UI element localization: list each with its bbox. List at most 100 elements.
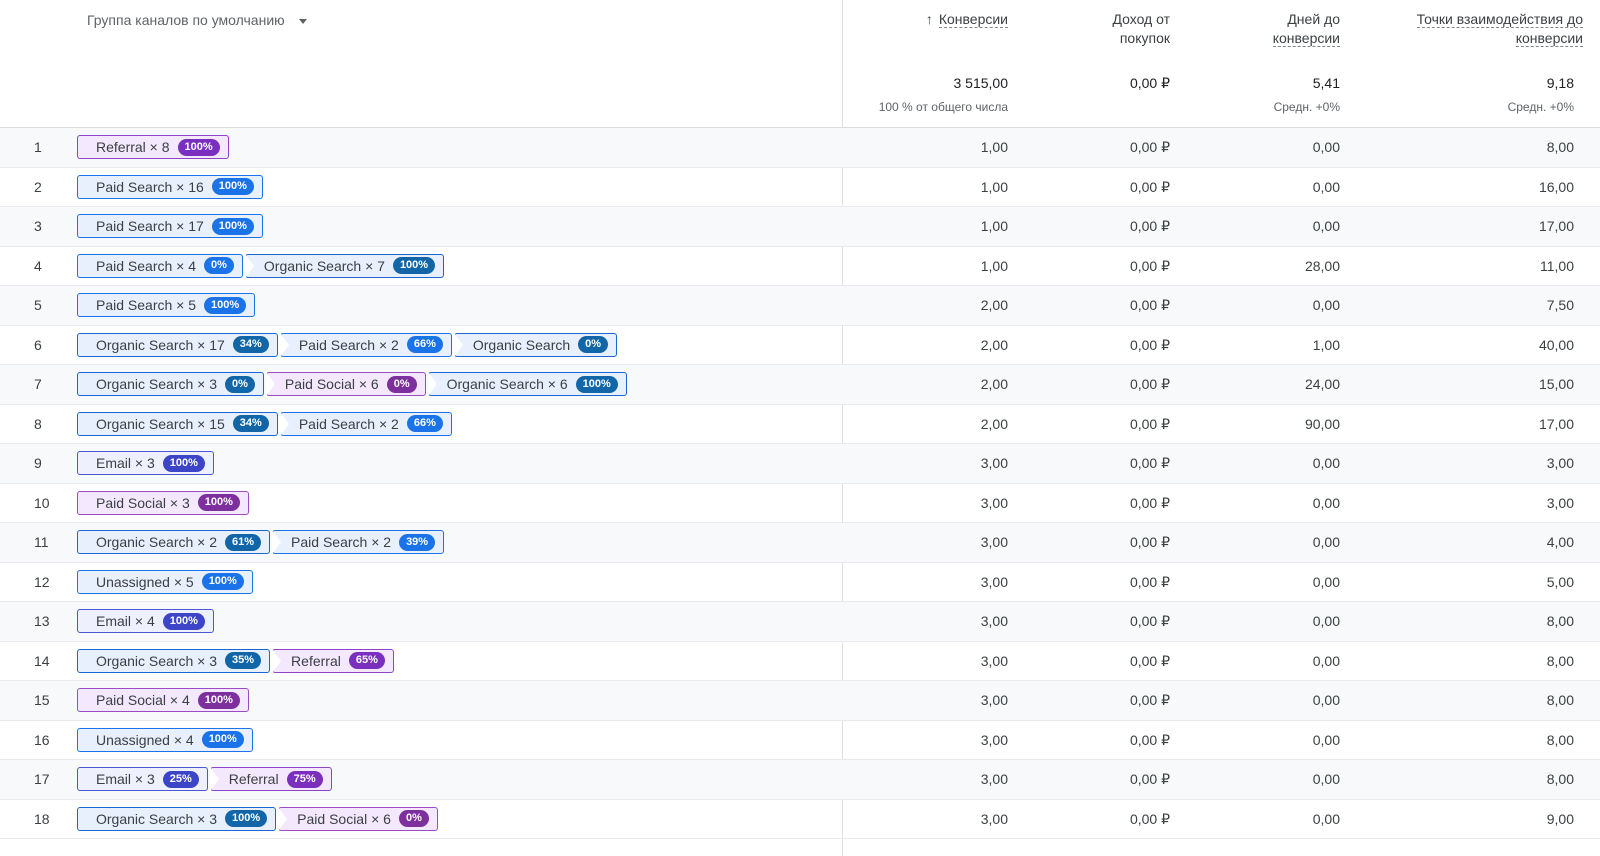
table-row[interactable]: 12 Unassigned × 5 100% 3,00 0,00 ₽ 0,00 5,00 bbox=[0, 563, 1600, 602]
path-step-percent-badge: 0% bbox=[398, 810, 429, 827]
cell-revenue: 0,00 ₽ bbox=[1129, 731, 1170, 748]
cell-touchpoints: 15,00 bbox=[1538, 376, 1574, 392]
path-step-chip[interactable]: Organic Search × 3 35% bbox=[77, 648, 271, 673]
path-step-chip[interactable]: Referral 75% bbox=[209, 767, 332, 791]
row-index: 17 bbox=[34, 771, 50, 787]
path-step-percent-badge: 25% bbox=[162, 770, 199, 788]
col-head-revenue[interactable]: Доход от покупок bbox=[1112, 10, 1170, 48]
path-step-chip[interactable]: Paid Social × 3 100% bbox=[77, 490, 249, 515]
path-step-chip[interactable]: Organic Search × 3 0% bbox=[77, 372, 264, 396]
path-step-chip[interactable]: Paid Search × 17 100% bbox=[77, 214, 263, 238]
path-step-percent-badge: 66% bbox=[406, 415, 443, 432]
table-row[interactable]: 9 Email × 3 100% 3,00 0,00 ₽ 0,00 3,00 bbox=[0, 444, 1600, 484]
conversion-path: Organic Search × 2 61% Paid Search × 2 39% bbox=[77, 530, 446, 554]
row-index: 10 bbox=[34, 494, 50, 511]
path-step-chip[interactable]: Paid Search × 16 100% bbox=[77, 174, 263, 199]
cell-touchpoints: 9,00 bbox=[1546, 810, 1574, 827]
path-step-label: Paid Search × 2 bbox=[298, 415, 399, 432]
cell-conversions: 2,00 bbox=[980, 336, 1008, 353]
cell-revenue: 0,00 ₽ bbox=[1129, 297, 1170, 313]
table-row[interactable]: 14 Organic Search × 3 35% Referral 65% 3,00 0,… bbox=[0, 642, 1600, 681]
col-revenue-line2: покупок bbox=[1119, 30, 1170, 46]
total-touchpoints: 9,18 bbox=[1546, 75, 1574, 91]
path-step-label: Organic Search × 3 bbox=[96, 652, 218, 669]
path-step-label: Email × 3 bbox=[96, 771, 155, 787]
path-step-percent-badge: 0% bbox=[225, 375, 255, 393]
path-step-label: Organic Search × 6 bbox=[446, 376, 568, 392]
table-row[interactable]: 5 Paid Search × 5 100% 2,00 0,00 ₽ 0,00 7,50 bbox=[0, 286, 1600, 326]
cell-days: 0,00 bbox=[1312, 573, 1340, 590]
caret-down-icon[interactable] bbox=[298, 19, 307, 24]
path-step-percent-badge: 100% bbox=[201, 731, 244, 748]
path-step-label: Paid Search × 17 bbox=[96, 218, 204, 234]
total-touchpoints-sub: Средн. +0% bbox=[1507, 100, 1574, 114]
path-step-percent-badge: 100% bbox=[162, 454, 205, 472]
dimension-selector[interactable]: Группа каналов по умолчанию bbox=[87, 12, 307, 28]
path-step-chip[interactable]: Paid Social × 4 100% bbox=[77, 688, 249, 712]
cell-touchpoints: 5,00 bbox=[1546, 573, 1574, 590]
path-step-chip[interactable]: Organic Search × 6 100% bbox=[427, 372, 627, 396]
path-step-chip[interactable]: Paid Social × 6 0% bbox=[278, 806, 438, 831]
table-body: 1 Referral × 8 100% 1,00 0,00 ₽0,00 8,00 2 Paid… bbox=[0, 128, 1600, 839]
path-step-chip[interactable]: Email × 3 100% bbox=[77, 451, 214, 475]
path-step-percent-badge: 100% bbox=[162, 612, 205, 630]
path-step-chip[interactable]: Paid Search × 4 0% bbox=[77, 253, 243, 278]
row-index: 11 bbox=[34, 534, 49, 550]
path-step-chip[interactable]: Organic Search × 17 34% bbox=[77, 332, 278, 357]
table-row[interactable]: 1 Referral × 8 100% 1,00 0,00 ₽ 0,00 8,00 bbox=[0, 128, 1600, 168]
path-step-chip[interactable]: Referral 65% bbox=[272, 648, 394, 673]
col-head-days[interactable]: Дней до конверсии bbox=[1272, 10, 1340, 48]
table-row[interactable]: 18 Organic Search × 3 100% Paid Social × 6 0… bbox=[0, 800, 1600, 839]
path-step-label: Paid Search × 5 bbox=[96, 297, 197, 313]
table-row[interactable]: 8 Organic Search × 15 34% Paid Search × 2 66… bbox=[0, 405, 1600, 444]
cell-conversions: 3,00 bbox=[980, 534, 1008, 550]
path-step-chip[interactable]: Organic Search × 2 61% bbox=[77, 530, 271, 554]
path-step-percent-badge: 0% bbox=[578, 336, 609, 353]
cell-touchpoints: 8,00 bbox=[1546, 139, 1574, 155]
path-step-chip[interactable]: Paid Search × 2 66% bbox=[279, 332, 452, 357]
path-step-chip[interactable]: Organic Search × 3 100% bbox=[77, 806, 277, 831]
total-days-sub: Средн. +0% bbox=[1273, 100, 1340, 114]
table-row[interactable]: 7 Organic Search × 3 0% Paid Social × 6 0% Or… bbox=[0, 365, 1600, 405]
cell-days: 0,00 bbox=[1312, 455, 1340, 471]
table-row[interactable]: 10 Paid Social × 3 100% 3,00 0,00 ₽ 0,00 3,00 bbox=[0, 484, 1600, 523]
path-step-label: Email × 3 bbox=[96, 455, 155, 471]
cell-revenue: 0,00 ₽ bbox=[1129, 573, 1170, 590]
path-step-chip[interactable]: Referral × 8 100% bbox=[77, 135, 229, 159]
table-row[interactable]: 11 Organic Search × 2 61% Paid Search × 2 39… bbox=[0, 523, 1600, 563]
table-row[interactable]: 15 Paid Social × 4 100% 3,00 0,00 ₽ 0,00 8,00 bbox=[0, 681, 1600, 721]
path-step-chip[interactable]: Paid Search × 5 100% bbox=[77, 293, 256, 317]
col-head-touchpoints[interactable]: Точки взаимодействия до конверсии bbox=[1416, 10, 1583, 48]
table-row[interactable]: 16 Unassigned × 4 100% 3,00 0,00 ₽ 0,00 8,00 bbox=[0, 721, 1600, 760]
table-row[interactable]: 13 Email × 4 100% 3,00 0,00 ₽ 0,00 8,00 bbox=[0, 602, 1600, 642]
path-step-percent-badge: 100% bbox=[197, 494, 240, 511]
path-step-chip[interactable]: Paid Search × 2 39% bbox=[272, 530, 445, 554]
col-head-conversions[interactable]: ↑ Конверсии bbox=[926, 10, 1008, 29]
table-row[interactable]: 6 Organic Search × 17 34% Paid Search × 2 66… bbox=[0, 326, 1600, 365]
path-step-chip[interactable]: Organic Search 0% bbox=[453, 332, 618, 357]
path-step-percent-badge: 100% bbox=[211, 217, 254, 235]
path-step-chip[interactable]: Paid Search × 2 66% bbox=[279, 411, 452, 436]
table-row[interactable]: 4 Paid Search × 4 0% Organic Search × 7 100%… bbox=[0, 247, 1600, 286]
path-step-chip[interactable]: Paid Social × 6 0% bbox=[265, 372, 426, 396]
path-step-chip[interactable]: Unassigned × 5 100% bbox=[77, 569, 253, 594]
path-step-label: Organic Search × 17 bbox=[96, 336, 225, 353]
row-index: 12 bbox=[34, 573, 50, 590]
table-row[interactable]: 2 Paid Search × 16 100% 1,00 0,00 ₽ 0,00 16,00 bbox=[0, 168, 1600, 207]
cell-conversions: 3,00 bbox=[980, 494, 1008, 511]
table-row[interactable]: 3 Paid Search × 17 100% 1,00 0,00 ₽ 0,00 17,00 bbox=[0, 207, 1600, 247]
col-days-line1: Дней до bbox=[1287, 11, 1340, 27]
cell-touchpoints: 40,00 bbox=[1538, 336, 1574, 353]
path-step-chip[interactable]: Organic Search × 15 34% bbox=[77, 411, 278, 436]
path-step-chip[interactable]: Organic Search × 7 100% bbox=[244, 253, 445, 278]
total-conversions-sub: 100 % от общего числа bbox=[878, 100, 1008, 114]
cell-conversions: 1,00 bbox=[980, 257, 1008, 274]
path-step-chip[interactable]: Email × 4 100% bbox=[77, 609, 214, 633]
cell-days: 0,00 bbox=[1312, 139, 1340, 155]
path-step-chip[interactable]: Email × 3 25% bbox=[77, 767, 208, 791]
cell-conversions: 3,00 bbox=[980, 455, 1008, 471]
sort-arrow-up-icon[interactable]: ↑ bbox=[926, 11, 933, 27]
path-step-chip[interactable]: Unassigned × 4 100% bbox=[77, 727, 253, 752]
table-row[interactable]: 17 Email × 3 25% Referral 75% 3,00 0,00 ₽ 0,00 8… bbox=[0, 760, 1600, 800]
path-step-label: Paid Social × 3 bbox=[96, 494, 190, 511]
